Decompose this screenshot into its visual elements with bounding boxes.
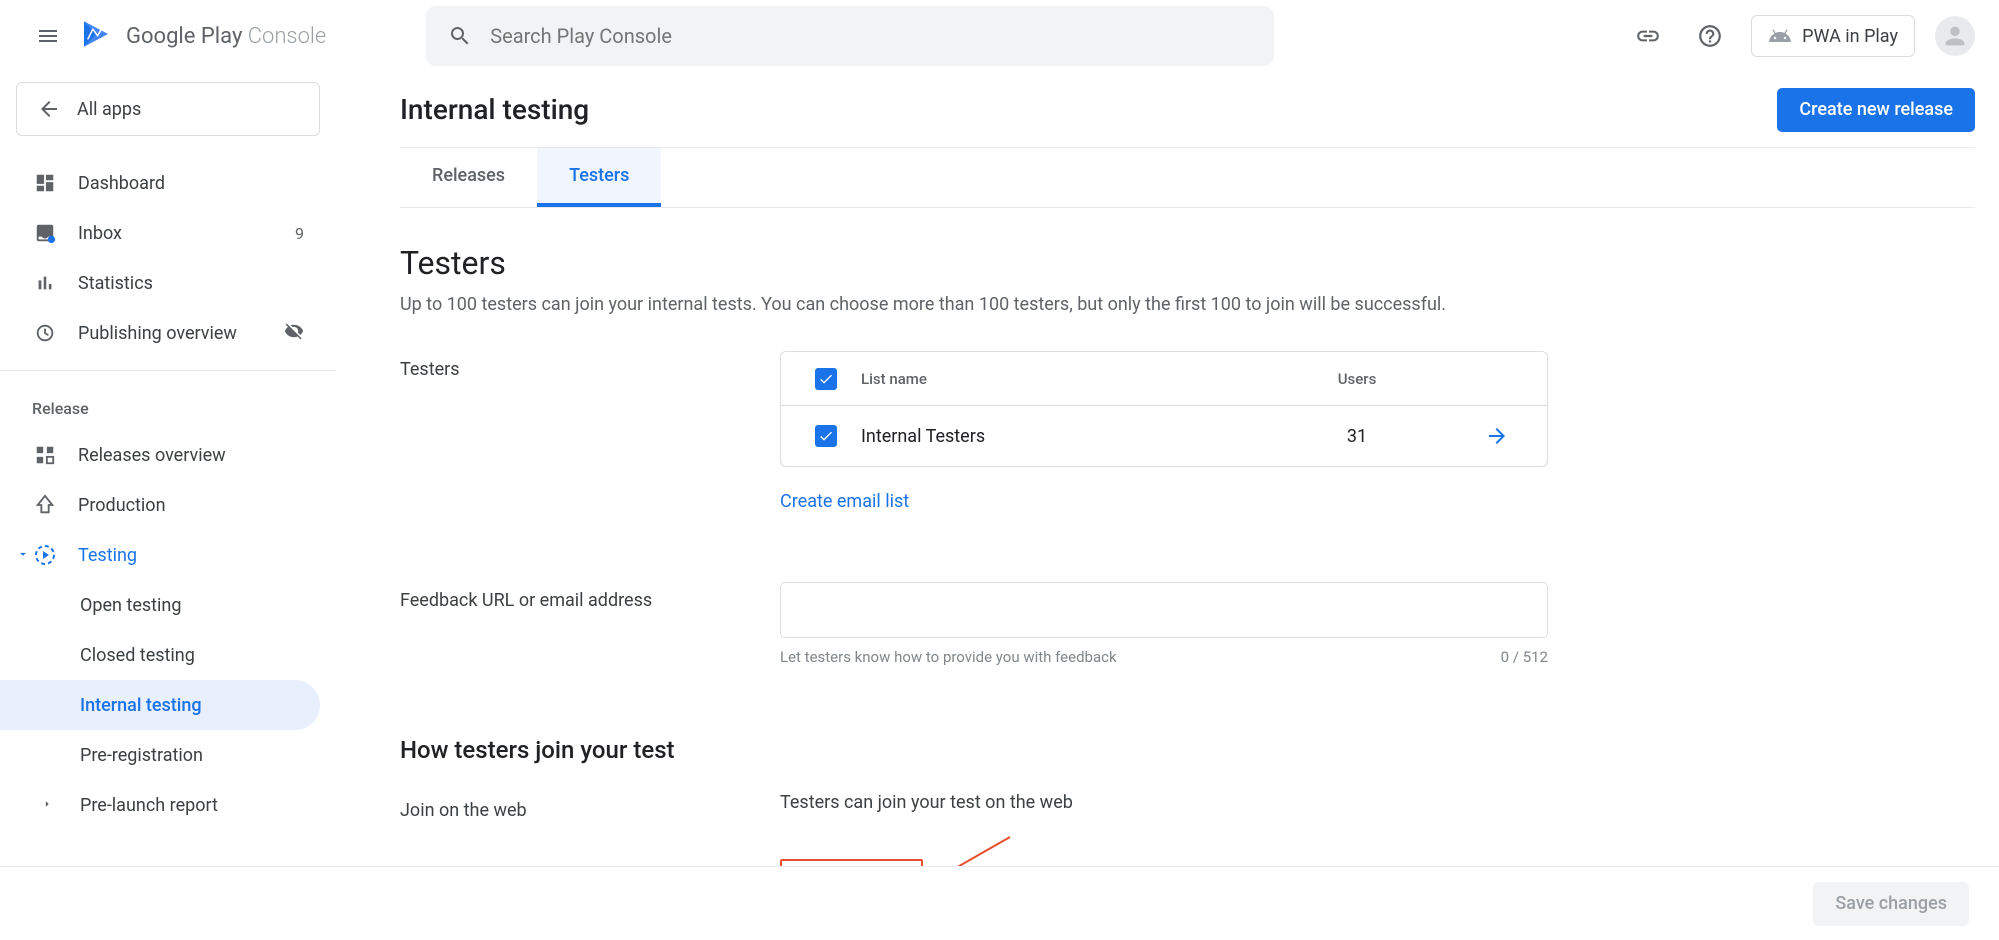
row-checkbox[interactable] [791,425,861,447]
user-avatar[interactable] [1935,16,1975,56]
play-console-icon [80,18,112,54]
sidebar-section-release: Release [16,379,320,430]
app-selector[interactable]: PWA in Play [1751,15,1915,57]
sidebar-item-open-testing[interactable]: Open testing [0,580,320,630]
save-changes-button[interactable]: Save changes [1813,882,1969,926]
dashboard-icon [32,172,58,194]
page-title: Internal testing [400,93,589,126]
testers-heading: Testers [400,244,1975,282]
feedback-input[interactable] [780,582,1548,638]
sidebar-item-pre-launch-report[interactable]: Pre-launch report [0,780,320,830]
publishing-status-icon [284,321,304,345]
row-list-name: Internal Testers [861,426,1257,447]
sidebar-item-production[interactable]: Production [0,480,320,530]
create-email-list-link[interactable]: Create email list [780,491,909,512]
table-row: Internal Testers 31 [781,406,1547,466]
inbox-icon [32,222,58,244]
feedback-helper: Let testers know how to provide you with… [780,648,1117,666]
app-selector-label: PWA in Play [1802,26,1898,47]
join-heading: How testers join your test [400,736,1975,764]
page-header: Internal testing Create new release [400,72,1975,148]
sidebar-item-publishing[interactable]: Publishing overview [0,308,320,358]
sidebar-item-inbox[interactable]: Inbox 9 [0,208,320,258]
all-apps-label: All apps [77,99,141,120]
inbox-badge: 9 [295,224,304,243]
testers-table: List name Users Internal Testers 31 [780,351,1548,467]
sidebar-item-pre-registration[interactable]: Pre-registration [0,730,320,780]
help-button[interactable] [1689,15,1731,57]
sidebar-item-testing[interactable]: Testing [0,530,320,580]
testers-section: Testers Up to 100 testers can join your … [400,208,1975,900]
menu-icon [36,24,60,48]
testers-row: Testers List name Users Internal Testers… [400,351,1975,512]
sidebar-item-label: Inbox [78,223,122,244]
sidebar-item-label: Releases overview [78,445,226,466]
search-input[interactable] [490,24,1252,48]
rocket-icon [32,494,58,516]
tabs: Releases Testers [400,148,1975,208]
feedback-counter: 0 / 512 [1501,648,1548,666]
bar-chart-icon [32,272,58,294]
sidebar: All apps Dashboard Inbox 9 Statistics Pu… [0,72,336,830]
header-right: PWA in Play [1627,15,1975,57]
search-icon [448,24,472,48]
caret-down-icon [16,545,36,566]
hamburger-menu-button[interactable] [24,12,72,60]
testers-label: Testers [400,351,780,380]
sidebar-item-label: Open testing [80,595,181,616]
col-users: Users [1257,370,1457,388]
sidebar-item-internal-testing[interactable]: Internal testing [0,680,320,730]
tab-releases[interactable]: Releases [400,148,537,207]
sidebar-item-label: Testing [78,545,137,566]
divider [0,370,336,371]
sidebar-item-label: Statistics [78,273,153,294]
sidebar-item-label: Production [78,495,166,516]
feedback-row: Feedback URL or email address Let tester… [400,582,1975,666]
join-label: Join on the web [400,792,780,821]
sidebar-item-label: Closed testing [80,645,195,666]
apps-icon [32,444,58,466]
header: Google Play Console PWA in Play [0,0,1999,72]
tab-testers[interactable]: Testers [537,148,661,207]
testers-description: Up to 100 testers can join your internal… [400,294,1975,315]
col-list-name: List name [861,370,1257,388]
all-apps-button[interactable]: All apps [16,82,320,136]
sidebar-item-label: Publishing overview [78,323,237,344]
logo-text: Google Play Console [126,24,326,49]
sidebar-item-label: Pre-launch report [80,795,218,816]
sidebar-item-statistics[interactable]: Statistics [0,258,320,308]
search-box[interactable] [426,6,1274,66]
row-users: 31 [1257,426,1457,447]
sidebar-item-dashboard[interactable]: Dashboard [0,158,320,208]
table-header: List name Users [781,352,1547,406]
link-button[interactable] [1627,15,1669,57]
help-icon [1697,23,1723,49]
sidebar-item-label: Dashboard [78,173,165,194]
sidebar-item-label: Pre-registration [80,745,203,766]
row-open-button[interactable] [1457,424,1537,448]
create-release-button[interactable]: Create new release [1777,88,1975,132]
publishing-icon [32,322,58,344]
caret-right-icon [40,795,54,816]
arrow-right-icon [1485,424,1509,448]
link-icon [1635,23,1661,49]
main-content: Internal testing Create new release Rele… [400,72,1975,900]
logo[interactable]: Google Play Console [80,18,326,54]
sidebar-item-releases-overview[interactable]: Releases overview [0,430,320,480]
sidebar-item-label: Internal testing [80,695,202,716]
join-description: Testers can join your test on the web [780,792,1548,813]
android-icon [1768,24,1792,48]
person-icon [1941,22,1969,50]
feedback-label: Feedback URL or email address [400,582,780,611]
arrow-left-icon [37,97,61,121]
checkbox-all[interactable] [791,368,861,390]
footer: Save changes [0,866,1999,940]
sidebar-item-closed-testing[interactable]: Closed testing [0,630,320,680]
